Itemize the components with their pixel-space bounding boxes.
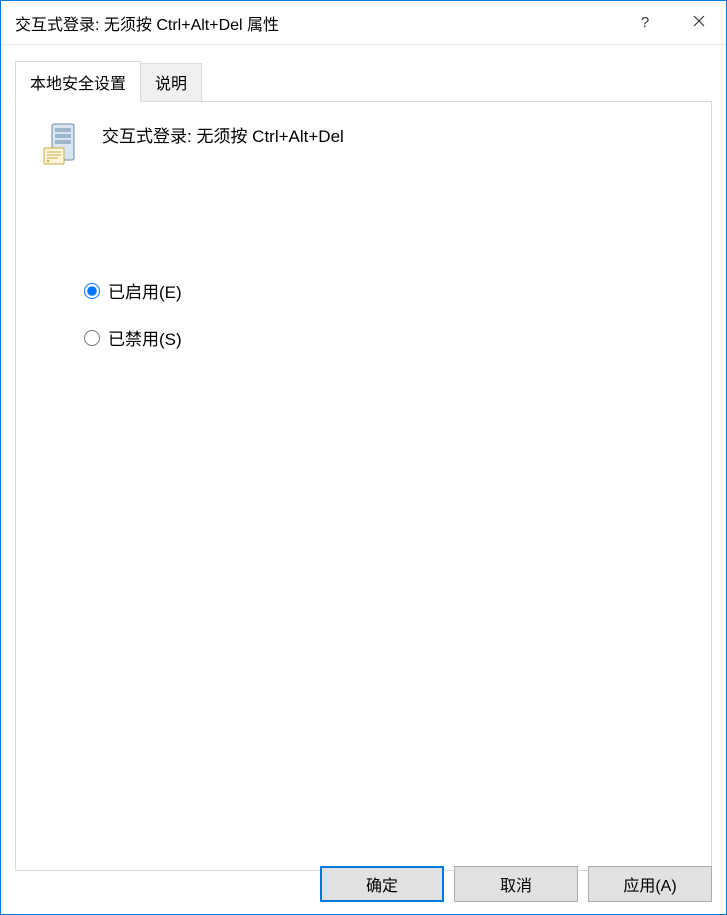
- close-button[interactable]: [672, 1, 726, 45]
- ok-button[interactable]: 确定: [320, 866, 444, 902]
- radio-enabled-input[interactable]: [84, 283, 100, 299]
- apply-button-label: 应用(A): [623, 878, 676, 895]
- cancel-button[interactable]: 取消: [454, 866, 578, 902]
- tab-panel-local-security: 交互式登录: 无须按 Ctrl+Alt+Del 已启用(E) 已禁用(S): [15, 101, 712, 871]
- radio-group: 已启用(E) 已禁用(S): [84, 278, 689, 350]
- tabs-container: 本地安全设置 说明 交互式登录: 无须: [1, 45, 726, 871]
- titlebar: 交互式登录: 无须按 Ctrl+Alt+Del 属性 ?: [1, 1, 726, 45]
- help-button[interactable]: ?: [618, 1, 672, 45]
- window-title: 交互式登录: 无须按 Ctrl+Alt+Del 属性: [15, 11, 618, 35]
- policy-title: 交互式登录: 无须按 Ctrl+Alt+Del: [102, 120, 344, 147]
- radio-disabled-label: 已禁用(S): [108, 325, 182, 350]
- tab-strip: 本地安全设置 说明: [15, 63, 712, 102]
- tab-label: 本地安全设置: [30, 76, 126, 93]
- help-icon: ?: [641, 14, 649, 31]
- radio-disabled[interactable]: 已禁用(S): [84, 325, 689, 350]
- close-icon: [693, 14, 705, 31]
- tab-local-security[interactable]: 本地安全设置: [15, 61, 141, 102]
- radio-enabled-label: 已启用(E): [108, 278, 182, 303]
- radio-disabled-input[interactable]: [84, 330, 100, 346]
- policy-header: 交互式登录: 无须按 Ctrl+Alt+Del: [38, 120, 689, 168]
- dialog-buttons: 确定 取消 应用(A): [320, 866, 712, 902]
- tab-explain[interactable]: 说明: [140, 63, 202, 102]
- apply-button[interactable]: 应用(A): [588, 866, 712, 902]
- ok-button-label: 确定: [366, 878, 398, 895]
- server-policy-icon: [38, 120, 86, 168]
- cancel-button-label: 取消: [500, 878, 532, 895]
- radio-enabled[interactable]: 已启用(E): [84, 278, 689, 303]
- tab-label: 说明: [155, 76, 187, 93]
